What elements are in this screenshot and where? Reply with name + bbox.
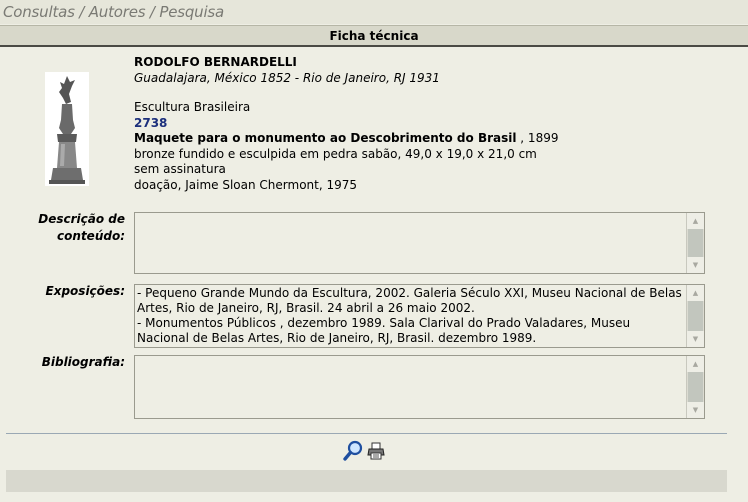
scroll-down-icon[interactable]: ▼: [687, 331, 704, 347]
artwork-thumbnail[interactable]: [45, 72, 89, 186]
artwork-year: , 1899: [516, 131, 559, 145]
scroll-up-icon[interactable]: ▲: [687, 213, 704, 229]
divider: [6, 433, 727, 434]
description-scrollbar[interactable]: ▲ ▼: [686, 213, 704, 273]
bibliography-field[interactable]: ▲ ▼: [134, 355, 705, 419]
exhibitions-scrollbar[interactable]: ▲ ▼: [686, 285, 704, 347]
artist-name: RODOLFO BERNARDELLI: [134, 55, 297, 69]
exhibitions-label: Exposições:: [45, 284, 125, 298]
bibliography-scrollbar[interactable]: ▲ ▼: [686, 356, 704, 418]
scroll-thumb[interactable]: [688, 372, 703, 402]
artwork-title: Maquete para o monumento ao Descobriment…: [134, 131, 517, 145]
printer-icon[interactable]: [367, 442, 385, 460]
exhibitions-field[interactable]: - Pequeno Grande Mundo da Escultura, 200…: [134, 284, 705, 348]
acquisition: doação, Jaime Sloan Chermont, 1975: [134, 177, 358, 192]
scroll-up-icon[interactable]: ▲: [687, 356, 704, 372]
signature: sem assinatura: [134, 162, 226, 176]
breadcrumb: Consultas / Autores / Pesquisa: [0, 0, 748, 24]
bibliography-label: Bibliografia:: [41, 355, 125, 369]
scroll-thumb[interactable]: [688, 229, 703, 257]
collection: Escultura Brasileira: [134, 100, 251, 114]
artwork-info: RODOLFO BERNARDELLI Guadalajara, México …: [134, 55, 558, 193]
footer-bar: [6, 470, 727, 492]
magnifier-icon[interactable]: [343, 440, 363, 462]
description-label: Descrição de conteúdo:: [38, 212, 125, 243]
toolbar: [343, 440, 391, 462]
description-field[interactable]: ▲ ▼: [134, 212, 705, 274]
exhibitions-text: - Pequeno Grande Mundo da Escultura, 200…: [137, 286, 682, 345]
section-title: Ficha técnica: [0, 25, 748, 47]
registration-number: 2738: [134, 115, 168, 130]
scroll-up-icon[interactable]: ▲: [687, 285, 704, 301]
scroll-down-icon[interactable]: ▼: [687, 402, 704, 418]
scroll-thumb[interactable]: [688, 301, 703, 331]
scroll-down-icon[interactable]: ▼: [687, 257, 704, 273]
artist-dates: Guadalajara, México 1852 - Rio de Janeir…: [134, 70, 440, 85]
technique: bronze fundido e esculpida em pedra sabã…: [134, 146, 537, 161]
